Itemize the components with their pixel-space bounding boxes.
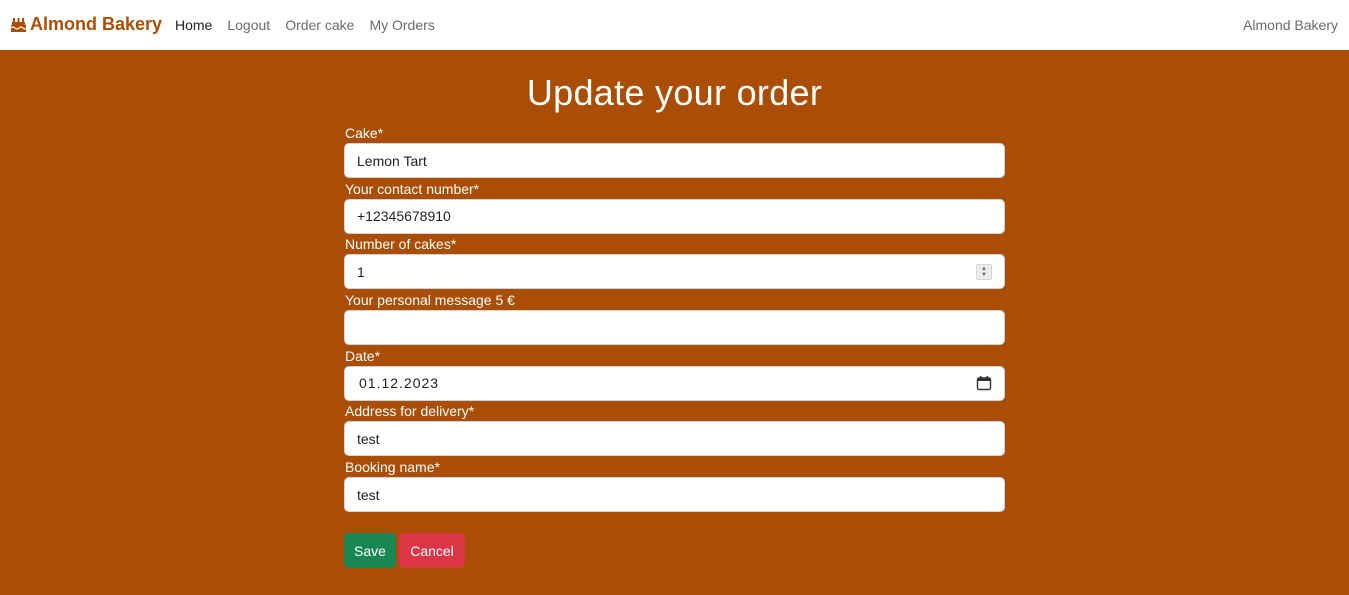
address-input[interactable]: test: [344, 421, 1005, 457]
nav-links: Home Logout Order cake My Orders: [175, 17, 435, 33]
update-order-form: Cake* Lemon Tart Your contact number* +1…: [344, 124, 1005, 514]
nav-order-cake-link[interactable]: Order cake: [285, 17, 354, 33]
form-buttons: Save Cancel: [344, 533, 465, 568]
nav-home-link[interactable]: Home: [175, 17, 212, 33]
booking-value: test: [357, 486, 380, 503]
cake-input[interactable]: Lemon Tart: [344, 143, 1005, 178]
nav-logout-link[interactable]: Logout: [227, 17, 270, 33]
message-input[interactable]: [344, 310, 1005, 346]
contact-value: +12345678910: [357, 208, 451, 225]
cake-field: Cake* Lemon Tart: [344, 124, 1005, 180]
navbar: Almond Bakery Home Logout Order cake My …: [0, 0, 1349, 50]
address-value: test: [357, 430, 380, 447]
message-field: Your personal message 5 €: [344, 291, 1005, 347]
date-label: Date*: [345, 347, 381, 364]
message-label: Your personal message 5 €: [345, 292, 515, 309]
cake-label: Cake*: [345, 125, 384, 141]
brand-link[interactable]: Almond Bakery: [10, 14, 162, 35]
number-spinner[interactable]: ▲ ▼: [976, 263, 992, 280]
number-input[interactable]: 1 ▲ ▼: [344, 254, 1005, 290]
number-field: Number of cakes* 1 ▲ ▼: [344, 235, 1005, 291]
calendar-icon[interactable]: [976, 375, 992, 391]
date-value: 01.12.2023: [359, 375, 440, 392]
brand-name: Almond Bakery: [30, 14, 163, 34]
nav-my-orders-link[interactable]: My Orders: [369, 17, 434, 33]
contact-label: Your contact number*: [345, 180, 480, 197]
spinner-down-icon[interactable]: ▼: [981, 272, 987, 278]
contact-input[interactable]: +12345678910: [344, 198, 1005, 234]
cancel-button[interactable]: Cancel: [399, 533, 465, 568]
number-value: 1: [357, 263, 365, 280]
booking-label: Booking name*: [345, 459, 440, 476]
date-field: Date* 01.12.2023: [344, 347, 1005, 403]
booking-input[interactable]: test: [344, 477, 1005, 513]
cake-value: Lemon Tart: [357, 152, 427, 169]
page-title: Update your order: [526, 72, 823, 113]
booking-field: Booking name* test: [344, 458, 1005, 514]
cake-icon: [10, 18, 27, 32]
address-field: Address for delivery* test: [344, 402, 1005, 458]
address-label: Address for delivery*: [345, 403, 475, 420]
save-button[interactable]: Save: [344, 533, 396, 568]
date-input[interactable]: 01.12.2023: [344, 365, 1005, 401]
contact-field: Your contact number* +12345678910: [344, 180, 1005, 236]
number-label: Number of cakes*: [345, 236, 457, 253]
nav-right-brand: Almond Bakery: [1243, 17, 1338, 33]
